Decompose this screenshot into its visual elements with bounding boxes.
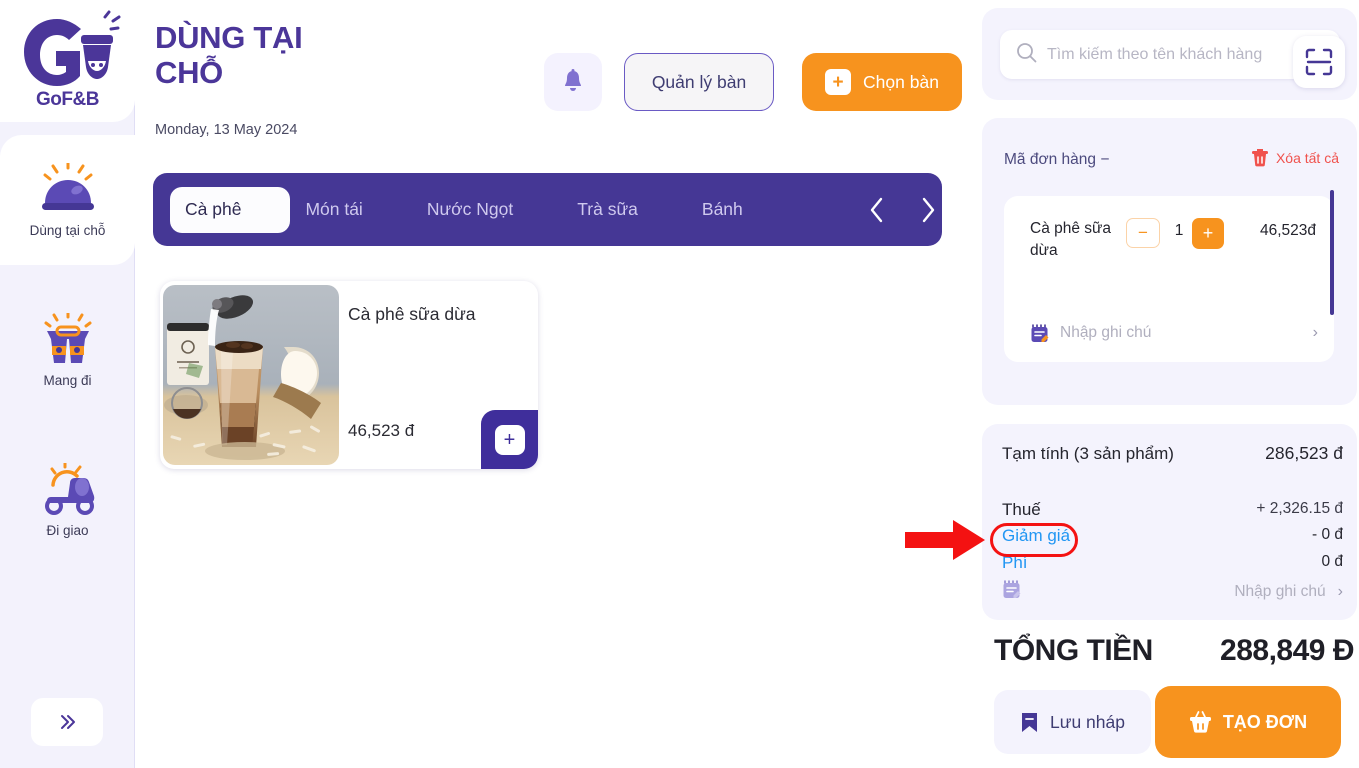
header: DÙNG TẠI CHỖ Monday, 13 May 2024 Quản lý…: [135, 0, 980, 150]
product-image: [163, 285, 339, 465]
summary-note-row[interactable]: Nhập ghi chú ›: [1002, 580, 1343, 604]
chevron-right-icon: ›: [1312, 324, 1318, 341]
clear-all-button[interactable]: Xóa tất cả: [1251, 148, 1339, 167]
sidebar-item-label: Đi giao: [46, 522, 89, 538]
sidebar-item-dine-in[interactable]: Dùng tại chỗ: [0, 135, 135, 265]
qty-decrement-button[interactable]: −: [1126, 218, 1160, 248]
sidebar-item-delivery[interactable]: Đi giao: [0, 435, 135, 565]
order-summary-card: Tạm tính (3 sản phẩm) 286,523 đ Thuế + 2…: [982, 424, 1357, 620]
scan-barcode-button[interactable]: [1293, 36, 1345, 88]
trash-icon: [1251, 149, 1268, 167]
order-items-card: Mã đơn hàng − Xóa tất cả Cà phê sữa dừa …: [982, 118, 1357, 405]
tab-nuoc-ngot[interactable]: Nước Ngọt: [395, 173, 545, 246]
summary-tax-value: + 2,326.15 đ: [1256, 500, 1343, 517]
annotation-arrow: [905, 518, 987, 567]
brand-logo-text: GoF&B: [36, 89, 99, 110]
tab-label: Trà sữa: [577, 199, 638, 219]
tab-banh[interactable]: Bánh: [670, 173, 775, 246]
order-items-scrollbar[interactable]: [1330, 190, 1334, 315]
tab-label: Cà phê: [185, 199, 242, 219]
tab-label: Bánh: [701, 199, 743, 219]
tab-label: Món tái: [305, 199, 363, 219]
double-chevron-right-icon: [61, 715, 75, 729]
dine-in-cloche-icon: [41, 162, 94, 210]
add-to-cart-button[interactable]: +: [481, 410, 538, 469]
sidebar-item-takeaway[interactable]: Mang đi: [0, 285, 135, 415]
summary-subtotal-value: 286,523 đ: [1265, 443, 1343, 463]
summary-tax-row: Thuế + 2,326.15 đ: [1002, 500, 1343, 520]
chevron-right-icon: ›: [1337, 583, 1343, 600]
summary-tax-label: Thuế: [1002, 500, 1041, 519]
customer-search-card: [982, 8, 1357, 100]
sidebar-item-label: Dùng tại chỗ: [29, 222, 106, 238]
product-card[interactable]: Cà phê sữa dừa 46,523 đ +: [160, 281, 538, 469]
pick-table-button[interactable]: + Chọn bàn: [802, 53, 962, 111]
page-date: Monday, 13 May 2024: [155, 122, 298, 138]
search-icon: [1016, 42, 1037, 68]
grand-total-row: TỔNG TIỀN 288,849 Đ: [994, 628, 1354, 674]
qty-value: 1: [1174, 222, 1184, 239]
delivery-scooter-icon: [44, 462, 94, 515]
create-order-button[interactable]: TẠO ĐƠN: [1155, 686, 1341, 758]
pos-order-screen: GoF&B Dùng tại chỗ Mang đi Đi giao DÙNG …: [0, 0, 1359, 768]
annotation-highlight-ring: [990, 523, 1078, 557]
red-arrow-icon: [905, 520, 985, 560]
chevron-right-icon: [922, 197, 934, 223]
tab-ca-phe[interactable]: Cà phê: [153, 173, 273, 246]
summary-subtotal-row: Tạm tính (3 sản phẩm) 286,523 đ: [1002, 443, 1343, 466]
search-box[interactable]: [1000, 30, 1340, 79]
notifications-button[interactable]: [544, 53, 602, 111]
order-item-row: Cà phê sữa dừa − 1 + 46,523đ Nhập ghi ch…: [1004, 196, 1334, 362]
create-order-label: TẠO ĐƠN: [1222, 711, 1308, 732]
order-item-name: Cà phê sữa dừa: [1030, 220, 1112, 260]
category-tabs: Cà phê Món tái Nước Ngọt Trà sữa Bánh: [153, 173, 775, 246]
sidebar: GoF&B Dùng tại chỗ Mang đi Đi giao: [0, 0, 135, 768]
manage-tables-label: Quản lý bàn: [651, 71, 747, 92]
product-price: 46,523 đ: [348, 421, 415, 440]
pick-table-label: Chọn bàn: [863, 71, 939, 92]
search-input[interactable]: [1047, 45, 1297, 64]
order-item-note-placeholder: Nhập ghi chú: [1060, 324, 1152, 341]
note-icon: [1002, 580, 1021, 604]
chevron-left-icon: [870, 197, 882, 223]
tab-tra-sua[interactable]: Trà sữa: [545, 173, 670, 246]
grand-total-label: TỔNG TIỀN: [994, 634, 1153, 667]
tabs-prev-button[interactable]: [853, 187, 899, 233]
bell-icon: [565, 69, 581, 91]
save-draft-button[interactable]: Lưu nháp: [994, 690, 1151, 754]
bookmark-icon: [1022, 713, 1037, 732]
summary-fee-value: 0 đ: [1321, 553, 1343, 570]
basket-icon: [1189, 710, 1211, 733]
order-item-price: 46,523đ: [1259, 222, 1316, 239]
category-tabbar: Cà phê Món tái Nước Ngọt Trà sữa Bánh: [153, 173, 942, 246]
barcode-scan-icon: [1305, 48, 1333, 76]
note-icon: [1031, 323, 1049, 342]
qty-increment-button[interactable]: +: [1192, 218, 1224, 249]
plus-square-icon: +: [825, 69, 852, 95]
clear-all-label: Xóa tất cả: [1275, 149, 1339, 166]
summary-note-placeholder: Nhập ghi chú: [1234, 583, 1326, 600]
sidebar-collapse-button[interactable]: [31, 698, 103, 746]
summary-discount-value: - 0 đ: [1311, 526, 1343, 543]
grand-total-value: 288,849 Đ: [1220, 634, 1354, 667]
iced-coconut-milk-coffee-photo: [163, 285, 339, 465]
save-draft-label: Lưu nháp: [1050, 711, 1125, 732]
product-name: Cà phê sữa dừa: [348, 304, 476, 324]
order-item-note-button[interactable]: Nhập ghi chú ›: [1030, 322, 1318, 344]
page-title: DÙNG TẠI CHỖ: [155, 20, 303, 91]
tab-mon-tai[interactable]: Món tái: [273, 173, 394, 246]
manage-tables-button[interactable]: Quản lý bàn: [624, 53, 774, 111]
summary-subtotal-label: Tạm tính (3 sản phẩm): [1002, 444, 1174, 463]
takeaway-cups-icon: [44, 312, 91, 363]
brand-logo[interactable]: GoF&B: [0, 0, 135, 122]
plus-icon: +: [494, 424, 525, 455]
sidebar-item-label: Mang đi: [43, 372, 92, 388]
order-code-label: Mã đơn hàng −: [1004, 151, 1110, 168]
tabs-next-button[interactable]: [905, 187, 942, 233]
tab-label: Nước Ngọt: [426, 199, 514, 219]
